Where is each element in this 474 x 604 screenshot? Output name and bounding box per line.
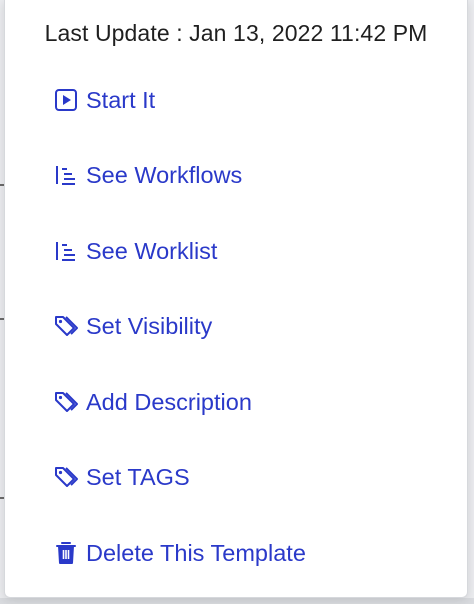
background-strip [0, 598, 474, 604]
menu-item-label: Delete This Template [86, 539, 306, 566]
tag-icon [53, 389, 79, 415]
tag-icon [53, 313, 79, 339]
menu-item-delete-template[interactable]: Delete This Template [53, 536, 306, 570]
tree-list-icon [53, 162, 79, 188]
menu-item-set-visibility[interactable]: Set Visibility [53, 309, 212, 343]
menu-item-see-worklist[interactable]: See Worklist [53, 234, 217, 268]
menu-item-start-it[interactable]: Start It [53, 83, 155, 117]
trash-icon [53, 540, 79, 566]
menu-item-label: Set TAGS [86, 463, 190, 490]
menu-item-add-description[interactable]: Add Description [53, 385, 252, 419]
app-window: Last Update : Jan 13, 2022 11:42 PM Star… [0, 0, 474, 604]
menu-item-label: Add Description [86, 388, 252, 415]
menu-item-label: See Worklist [86, 237, 218, 264]
last-update-text: Last Update : Jan 13, 2022 11:42 PM [44, 20, 428, 46]
menu-item-label: Set Visibility [86, 312, 213, 339]
play-square-icon [53, 87, 79, 113]
template-actions-menu: Last Update : Jan 13, 2022 11:42 PM Star… [4, 0, 468, 598]
menu-item-label: See Workflows [86, 161, 243, 188]
menu-item-see-workflows[interactable]: See Workflows [53, 158, 242, 192]
tag-icon [53, 464, 79, 490]
menu-item-label: Start It [86, 86, 156, 113]
menu-item-set-tags[interactable]: Set TAGS [53, 460, 190, 494]
tree-list-icon [53, 238, 79, 264]
